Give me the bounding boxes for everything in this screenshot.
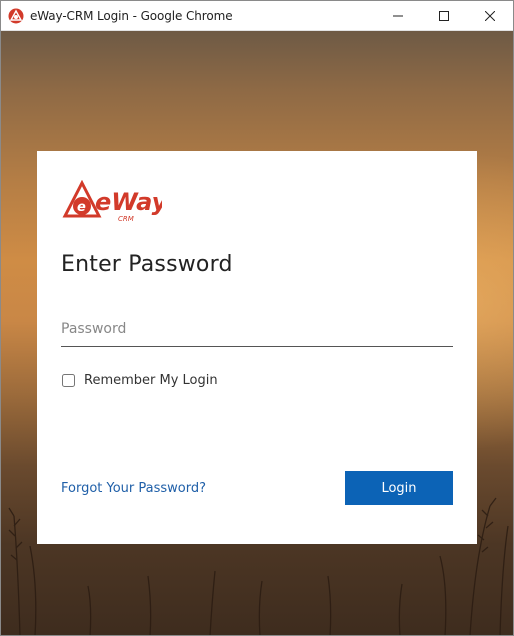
password-input[interactable] (61, 317, 453, 347)
minimize-button[interactable] (375, 1, 421, 31)
maximize-button[interactable] (421, 1, 467, 31)
close-button[interactable] (467, 1, 513, 31)
window-titlebar: eWay-CRM Login - Google Chrome (0, 0, 514, 31)
maximize-icon (439, 11, 449, 21)
window-title: eWay-CRM Login - Google Chrome (30, 8, 233, 23)
eway-logo: e eWay CRM (62, 180, 162, 223)
close-icon (485, 11, 495, 21)
eway-app-icon (8, 8, 24, 24)
remember-login[interactable]: Remember My Login (61, 373, 218, 388)
minimize-icon (393, 15, 403, 17)
forgot-password-link[interactable]: Forgot Your Password? (61, 481, 206, 496)
svg-text:e: e (77, 200, 86, 215)
login-button[interactable]: Login (345, 471, 453, 505)
remember-label: Remember My Login (84, 373, 218, 388)
window-controls (375, 1, 513, 31)
svg-text:CRM: CRM (118, 215, 134, 223)
remember-checkbox[interactable] (62, 374, 75, 387)
svg-text:eWay: eWay (95, 188, 162, 216)
login-card: e eWay CRM Enter Password Remember My Lo… (37, 151, 477, 544)
page-title: Enter Password (61, 252, 233, 277)
